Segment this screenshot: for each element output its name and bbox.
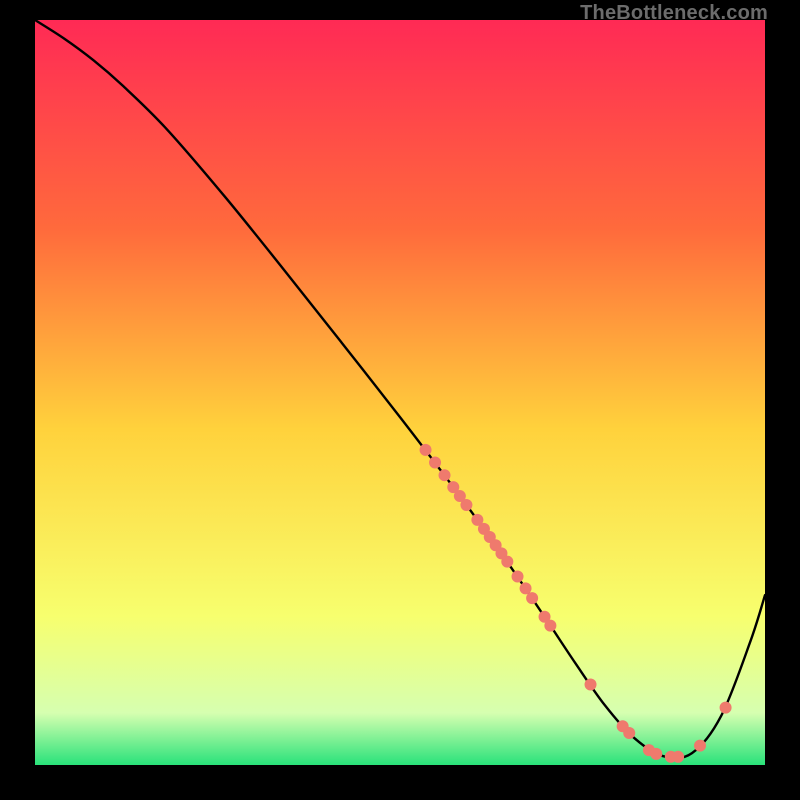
curve-layer <box>35 20 765 765</box>
curve-dot <box>585 679 597 691</box>
curve-dots-group <box>420 444 732 763</box>
curve-dot <box>720 702 732 714</box>
curve-dot <box>672 751 684 763</box>
curve-dot <box>512 571 524 583</box>
bottleneck-curve <box>35 20 765 758</box>
curve-dot <box>623 727 635 739</box>
curve-dot <box>650 748 662 760</box>
curve-dot <box>439 469 451 481</box>
curve-dot <box>429 457 441 469</box>
plot-area <box>35 20 765 765</box>
curve-dot <box>460 499 472 511</box>
curve-dot <box>420 444 432 456</box>
curve-dot <box>694 740 706 752</box>
curve-dot <box>501 556 513 568</box>
curve-dot <box>544 620 556 632</box>
curve-dot <box>526 592 538 604</box>
chart-stage: TheBottleneck.com <box>0 0 800 800</box>
